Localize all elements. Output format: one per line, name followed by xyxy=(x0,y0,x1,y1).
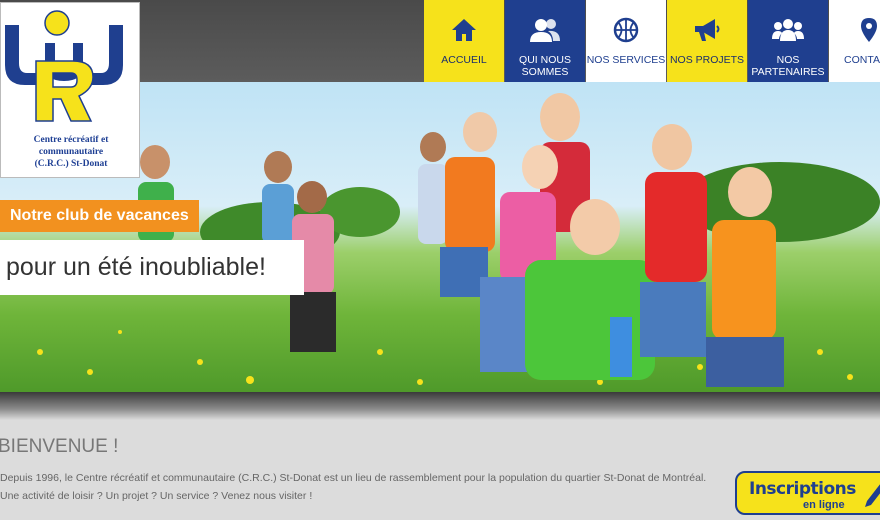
inscriptions-sub-label: en ligne xyxy=(803,499,845,511)
nav-label: NOS PROJETS xyxy=(669,54,745,66)
basketball-icon xyxy=(613,16,639,44)
nav-label: ACCUEIL xyxy=(441,54,487,66)
map-pin-icon xyxy=(860,16,878,44)
hero-tagline: Notre club de vacances xyxy=(0,200,199,232)
nav-item-contact[interactable]: CONTACT xyxy=(829,0,880,82)
nav-item-nos-projets[interactable]: NOS PROJETS xyxy=(667,0,747,82)
welcome-title: BIENVENUE ! xyxy=(0,436,119,457)
nav-item-accueil[interactable]: ACCUEIL xyxy=(424,0,504,82)
nav-item-nos-partenaires[interactable]: NOS PARTENAIRES xyxy=(748,0,828,82)
intro-line-1: Depuis 1996, le Centre récréatif et comm… xyxy=(0,472,707,484)
nav-label: QUI NOUS SOMMES xyxy=(519,54,571,78)
nav-label: NOS PARTENAIRES xyxy=(751,54,825,78)
logo-caption-line3: (C.R.C.) St-Donat xyxy=(34,159,108,169)
group-icon xyxy=(772,16,804,44)
main-nav: ACCUEIL QUI NOUS SOMMES NOS SERVICES NOS… xyxy=(424,0,880,82)
logo-caption-line2: communautaire xyxy=(38,147,104,157)
home-icon xyxy=(450,16,478,44)
inscriptions-label: Inscriptions xyxy=(749,479,856,499)
nav-label: CONTACT xyxy=(844,54,880,66)
logo[interactable]: Centre récréatif et communautaire (C.R.C… xyxy=(0,2,140,178)
inscriptions-button[interactable]: Inscriptions en ligne xyxy=(735,471,880,515)
people-icon xyxy=(530,16,560,44)
megaphone-icon xyxy=(693,16,721,44)
logo-crc-icon xyxy=(5,10,123,122)
logo-caption-line1: Centre récréatif et xyxy=(33,135,109,145)
logo-caption: Centre récréatif et communautaire (C.R.C… xyxy=(1,134,141,170)
nav-item-nos-services[interactable]: NOS SERVICES xyxy=(586,0,666,82)
intro-line-2: Une activité de loisir ? Un projet ? Un … xyxy=(0,490,313,502)
page: Centre récréatif et communautaire (C.R.C… xyxy=(0,0,880,520)
hero-shadow xyxy=(0,392,880,420)
hero-subtitle: pour un été inoubliable! xyxy=(0,240,304,295)
nav-item-qui-nous-sommes[interactable]: QUI NOUS SOMMES xyxy=(505,0,585,82)
pencil-icon xyxy=(865,484,880,507)
nav-label: NOS SERVICES xyxy=(586,54,666,66)
